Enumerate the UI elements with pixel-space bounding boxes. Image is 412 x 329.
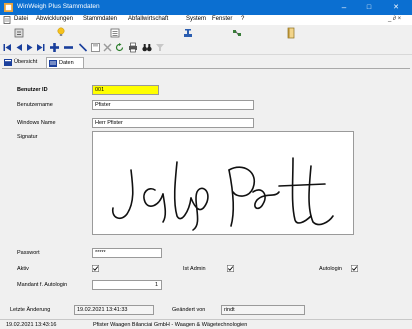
password-label: Passwort [17,250,40,256]
filter-icon[interactable] [155,43,165,52]
record-footer: Letzte Änderung 19.02.2021 13:41:33 Geän… [0,302,412,318]
tab-daten[interactable]: Daten [46,57,84,68]
autologin-checkbox[interactable] [351,265,358,272]
edit-record-icon[interactable] [78,42,88,53]
window-title: WinWeigh Plus Stammdaten [17,3,100,10]
maximize-button[interactable]: □ [359,0,379,15]
refresh-icon[interactable] [115,43,124,52]
toolbar-navigation [0,40,412,55]
is-admin-label: Ist Admin [183,266,206,272]
scale-icon[interactable] [183,28,193,38]
book-icon[interactable] [286,27,296,39]
active-label: Aktiv [17,266,29,272]
list-icon[interactable] [110,28,120,38]
application-window: WinWeigh Plus Stammdaten – □ ✕ Datei Abw… [0,0,412,329]
transfer-icon[interactable] [232,28,242,38]
delete-record-icon[interactable] [63,42,74,53]
user-id-label: Benutzer ID [17,87,48,93]
tab-label: Daten [59,60,74,66]
toolbar-top [0,26,412,40]
document-icon [3,16,11,24]
menu-system[interactable]: System [186,16,206,22]
menu-help[interactable]: ? [241,16,244,22]
last-change-value: 19.02.2021 13:41:33 [74,305,154,315]
mandant-autologin-field[interactable]: 1 [92,280,162,290]
mdi-window-controls[interactable]: _ ∂ × [388,16,401,22]
next-record-icon[interactable] [26,43,34,52]
signature-label: Signatur [17,134,38,140]
changed-by-value: rindt [221,305,305,315]
lightbulb-icon[interactable] [56,27,66,37]
menu-stammdaten[interactable]: Stammdaten [83,16,117,22]
first-record-icon[interactable] [3,43,12,52]
menu-datei[interactable]: Datei [14,16,28,22]
last-record-icon[interactable] [36,43,45,52]
mandant-autologin-label: Mandant f. Autologin [17,282,68,288]
user-id-field[interactable]: 001 [92,85,159,95]
menu-abfallwirtschaft[interactable]: Abfallwirtschaft [128,16,168,22]
status-date-time: 19.02.2021 13:43:16 [6,322,57,328]
tab-strip: Übersicht Daten [0,56,412,68]
windows-name-label: Windows Name [17,120,56,126]
active-checkbox[interactable] [92,265,99,272]
print-icon[interactable] [128,42,138,53]
is-admin-checkbox[interactable] [227,265,234,272]
signature-box[interactable] [92,131,354,235]
password-field[interactable]: ***** [92,248,162,258]
grid-icon [4,59,12,66]
binoculars-icon[interactable] [142,43,152,52]
menu-abwicklungen[interactable]: Abwicklungen [36,16,73,22]
title-bar: WinWeigh Plus Stammdaten – □ ✕ [0,0,412,15]
form-icon [49,60,57,67]
autologin-label: Autologin [319,266,342,272]
minimize-button[interactable]: – [334,0,354,15]
app-icon [4,3,13,12]
signature-image [111,157,334,231]
username-field[interactable]: Pfister [92,100,254,110]
menu-fenster[interactable]: Fenster [212,16,232,22]
tab-label: Übersicht [14,59,38,65]
last-change-label: Letzte Änderung [10,307,51,313]
changed-by-label: Geändert von [172,307,206,313]
tab-uebersicht[interactable]: Übersicht [2,57,46,68]
windows-name-field[interactable]: Herr Pfister [92,118,254,128]
close-button[interactable]: ✕ [386,0,406,15]
previous-record-icon[interactable] [15,43,23,52]
status-bar: 19.02.2021 13:43:16 Pfister Waagen Bilan… [0,319,412,329]
calculator-icon[interactable] [14,28,24,38]
menu-bar: Datei Abwicklungen Stammdaten Abfallwirt… [0,15,412,25]
save-icon[interactable] [91,43,100,52]
cancel-icon[interactable] [103,43,112,52]
add-record-icon[interactable] [49,42,60,53]
status-company: Pfister Waagen Bilanciai GmbH - Waagen &… [93,322,248,328]
username-label: Benutzername [17,102,53,108]
